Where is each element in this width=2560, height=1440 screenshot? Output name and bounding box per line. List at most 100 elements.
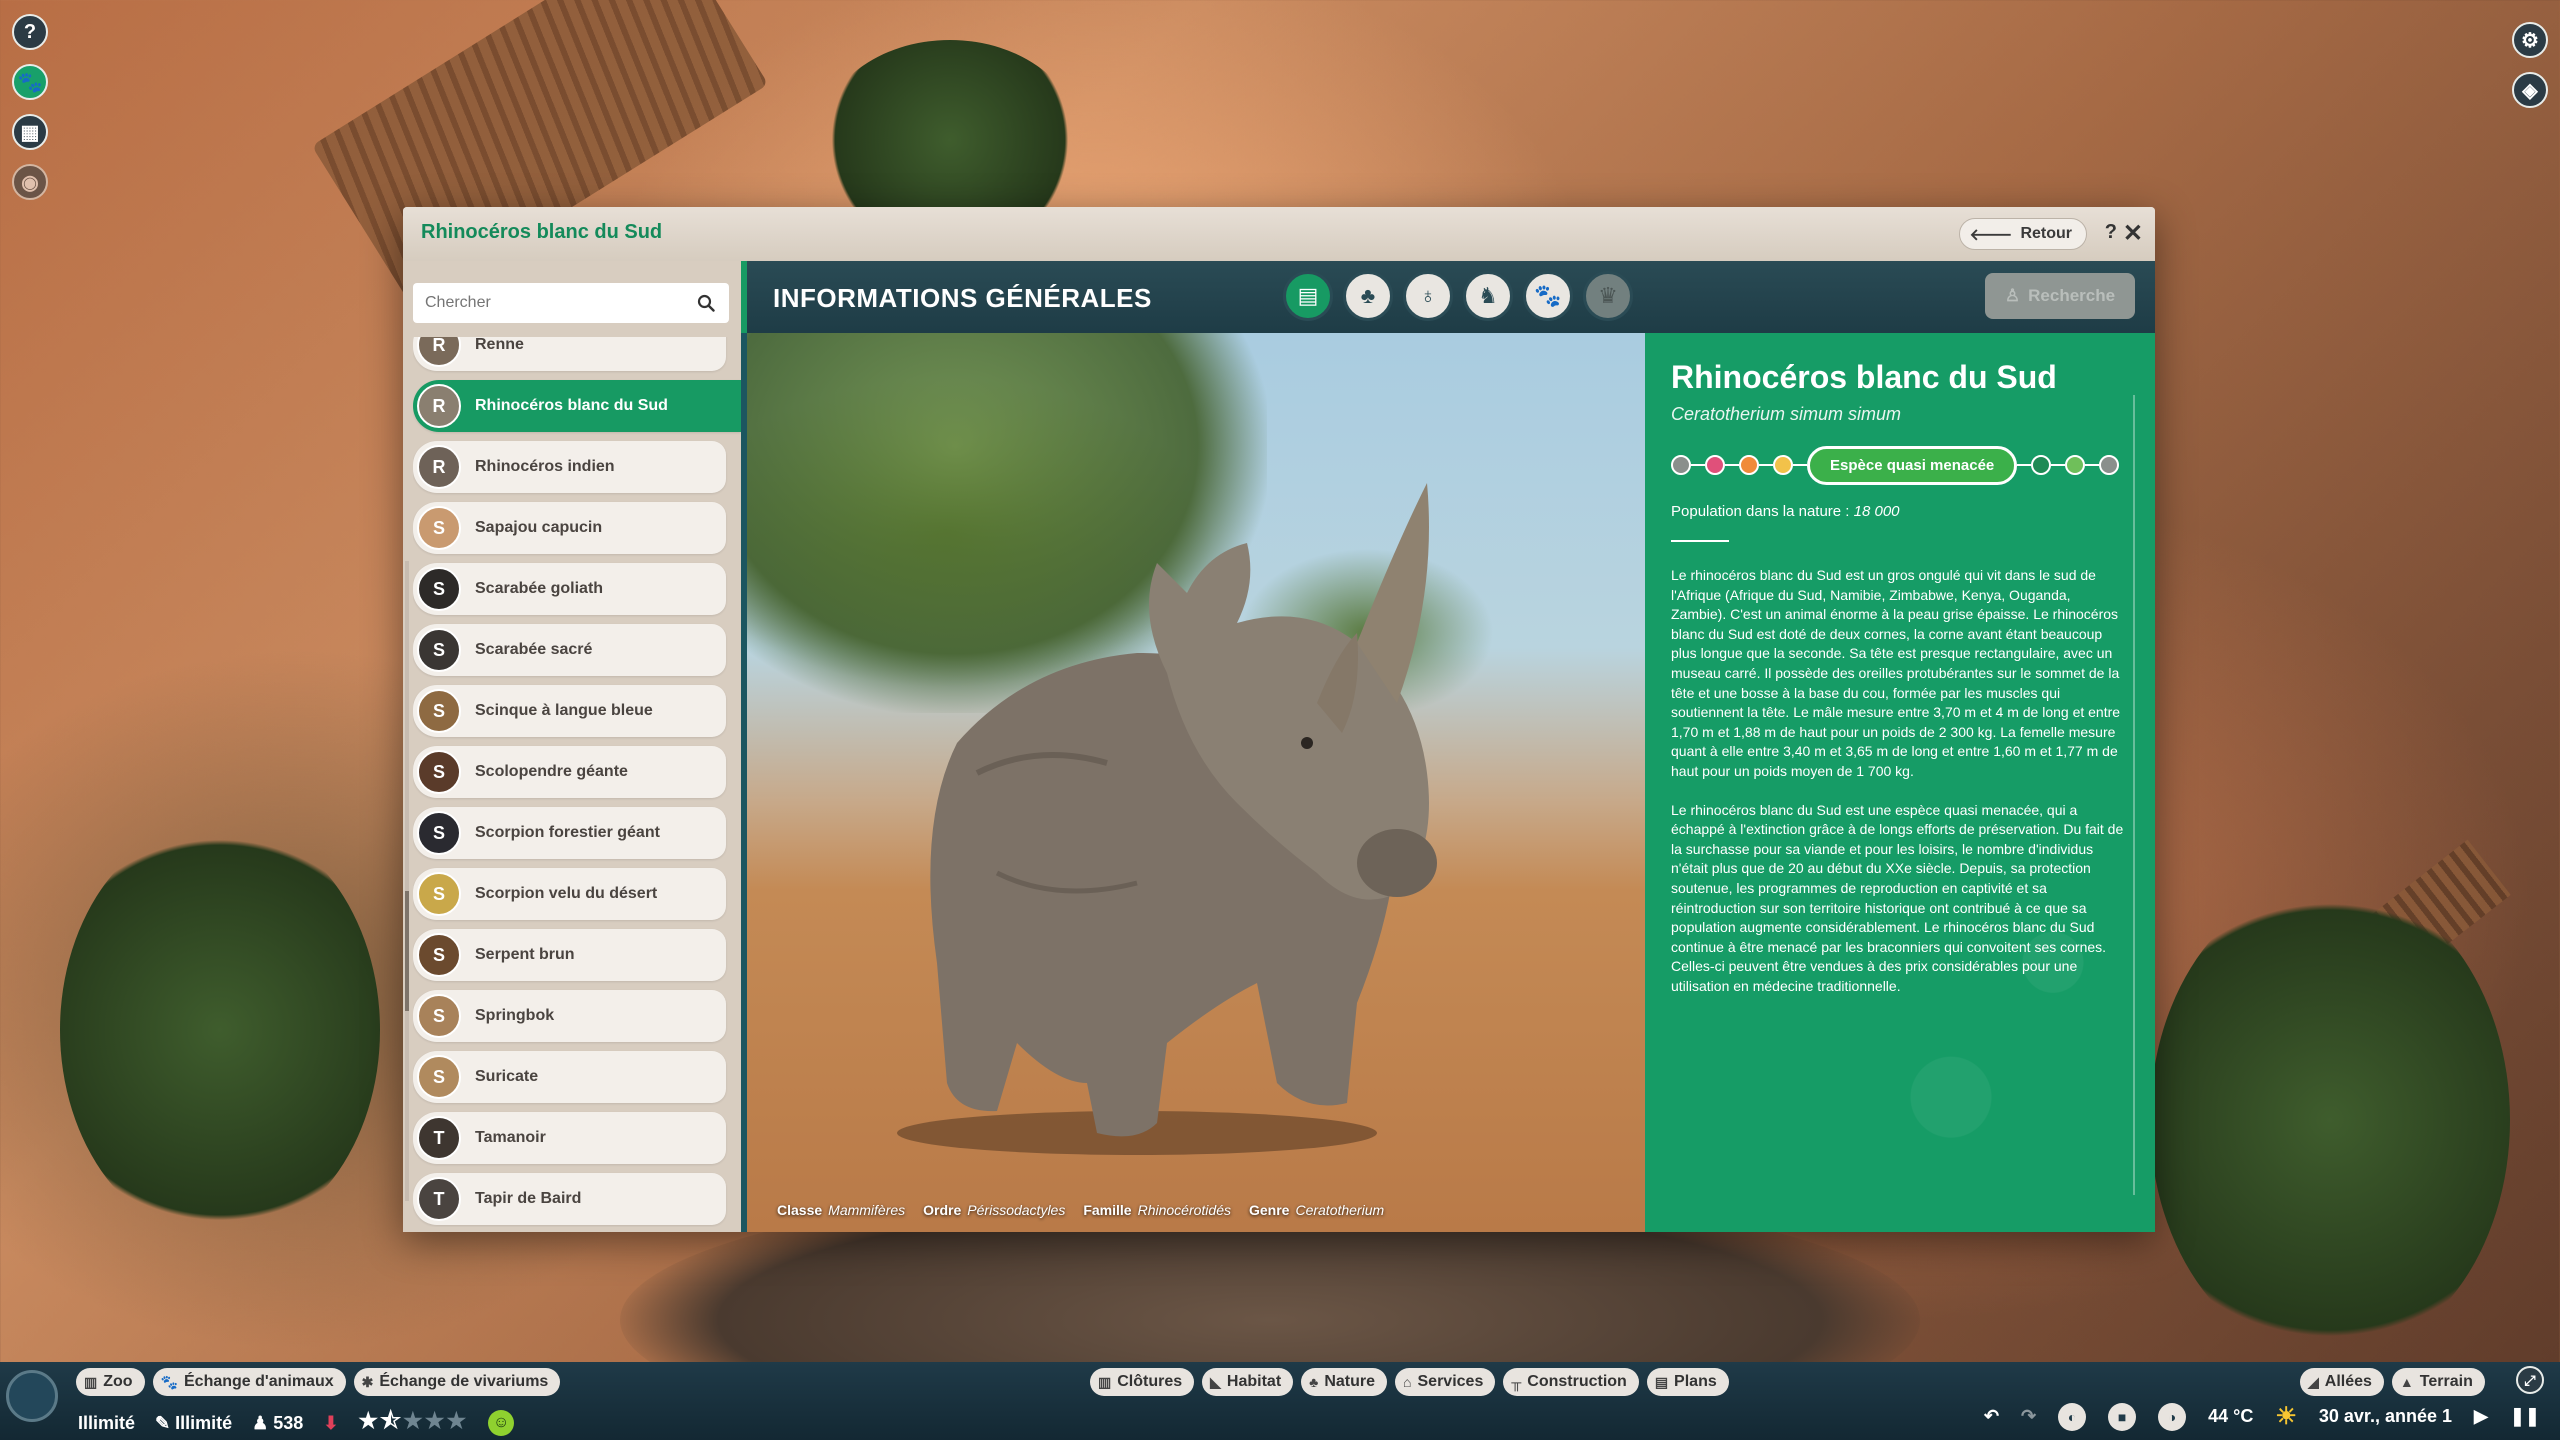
left-toolbar: ? 🐾 ▦ ◉ (12, 14, 48, 200)
pause-icon[interactable]: ❚❚ (2510, 1406, 2540, 1427)
species-avatar: S (417, 1055, 461, 1099)
nav-label: Échange d'animaux (184, 1373, 334, 1390)
species-avatar: T (417, 1177, 461, 1221)
group-icon[interactable]: ♞ (1463, 271, 1513, 321)
content-title: INFORMATIONS GÉNÉRALES (773, 283, 1152, 313)
background-bush-left (60, 820, 380, 1240)
search-input[interactable] (425, 294, 695, 312)
population-value: 18 000 (1853, 503, 1900, 520)
nav-label: Terrain (2419, 1373, 2473, 1390)
nav-vivarium-exchange-button[interactable]: ✱ Échange de vivariums (353, 1368, 561, 1396)
redo-icon[interactable]: ↷ (2021, 1406, 2036, 1427)
scrollbar-thumb[interactable] (405, 891, 409, 1011)
main-menu-orb[interactable] (6, 1370, 58, 1422)
nav-services-button[interactable]: ⌂ Services (1395, 1368, 1496, 1396)
record-icon[interactable]: ■ (2108, 1402, 2137, 1431)
rating-star: ★ (446, 1408, 469, 1433)
construction-icon: ╥ (1511, 1374, 1522, 1390)
paw-icon[interactable]: 🐾 (1523, 271, 1573, 321)
species-list-item[interactable]: S Scorpion velu du désert (413, 868, 726, 920)
nav-label: Zoo (103, 1373, 133, 1390)
status-connector (2051, 464, 2066, 466)
species-list-item[interactable]: S Scarabée goliath (413, 563, 726, 615)
nav-habitat-button[interactable]: ◣ Habitat (1202, 1368, 1294, 1396)
species-avatar: R (417, 384, 461, 428)
habitat-icon[interactable]: ♣ (1343, 271, 1393, 321)
species-list-item[interactable]: S Springbok (413, 990, 726, 1042)
species-list-item[interactable]: S Suricate (413, 1051, 726, 1103)
species-avatar: S (417, 994, 461, 1038)
species-avatar: R (417, 445, 461, 489)
scrollbar[interactable] (405, 561, 409, 1201)
species-list-label: Rhinocéros blanc du Sud (475, 397, 668, 414)
species-list-label: Scarabée goliath (475, 580, 604, 597)
species-list-item[interactable]: T Tamanoir (413, 1112, 726, 1164)
research-button[interactable]: ♙ Recherche (1985, 273, 2135, 319)
alert-icon[interactable]: ⬇ (323, 1413, 338, 1434)
habitat-icon: ◣ (1210, 1373, 1221, 1390)
calendar-icon[interactable]: ▦ (12, 114, 48, 150)
status-dot (1739, 455, 1759, 475)
species-list-item[interactable]: S Sapajou capucin (413, 502, 726, 554)
paw-icon[interactable]: 🐾 (12, 64, 48, 100)
close-icon[interactable]: ✕ (2123, 219, 2143, 248)
nav-blueprint-button[interactable]: ▤ Plans (1646, 1368, 1729, 1396)
speed-icon[interactable]: ◐ (2058, 1402, 2087, 1431)
camera-icon[interactable]: ◈ (2512, 72, 2548, 108)
window-help-button[interactable]: ? (2105, 221, 2117, 244)
clipboard-icon[interactable]: ▤ (1283, 271, 1333, 321)
food-icon[interactable]: ♁ (1403, 271, 1453, 321)
rating-star: ⯪ (380, 1408, 403, 1433)
content-header: INFORMATIONS GÉNÉRALES ▤ ♣ ♁ ♞ 🐾 ♛ ♙ Recherch… (741, 261, 2155, 333)
status-connector (1759, 464, 1773, 466)
species-list-label: Renne (475, 337, 524, 353)
services-icon: ⌂ (1403, 1374, 1412, 1390)
species-list-item[interactable]: S Scorpion forestier géant (413, 807, 726, 859)
back-button-label: Retour (2020, 225, 2072, 242)
nav-fence-button[interactable]: ▥ Clôtures (1090, 1368, 1195, 1396)
species-list-item[interactable]: R Rhinocéros indien (413, 441, 726, 493)
species-list-item[interactable]: R Renne (413, 337, 726, 371)
trophy-icon[interactable]: ♛ (1583, 271, 1633, 321)
expand-icon[interactable]: ⤢ (2516, 1366, 2544, 1394)
nav-nature-button[interactable]: ♣ Nature (1301, 1368, 1388, 1396)
species-list-item[interactable]: S Scolopendre géante (413, 746, 726, 798)
nav-terrain-button[interactable]: ▲ Terrain (2391, 1368, 2485, 1396)
search-icon[interactable] (695, 292, 717, 314)
play-icon[interactable]: ▶ (2474, 1406, 2488, 1427)
settings-icon[interactable]: ⚙ (2512, 22, 2548, 58)
species-list-item[interactable]: S Scarabée sacré (413, 624, 726, 676)
background-bush-right (2150, 880, 2510, 1360)
status-dot (2065, 455, 2086, 475)
arrow-left-icon: 🡐 (1969, 226, 2013, 244)
species-list-label: Scorpion velu du désert (475, 885, 658, 902)
species-list-item[interactable]: R Rhinocéros blanc du Sud (413, 380, 741, 432)
species-list-label: Scarabée sacré (475, 641, 593, 658)
status-connector (2085, 464, 2100, 466)
species-list-item[interactable]: T Tapir de Baird (413, 1173, 726, 1225)
conservation-status-badge: Espèce quasi menacée (1807, 445, 2018, 485)
back-button[interactable]: 🡐 Retour (1958, 218, 2087, 250)
nav-animal-exchange-button[interactable]: 🐾 Échange d'animaux (152, 1368, 346, 1396)
nav-zoo-button[interactable]: ▥ Zoo (76, 1368, 145, 1396)
content-tabs: ▤ ♣ ♁ ♞ 🐾 ♛ (1283, 271, 1633, 321)
search-box (413, 283, 729, 323)
nav-construction-button[interactable]: ╥ Construction (1503, 1368, 1639, 1396)
species-avatar: S (417, 750, 461, 794)
species-sidebar: R Renne R Rhinocéros blanc du Sud R Rhinocéro… (403, 261, 741, 1232)
species-list-item[interactable]: S Scinque à langue bleue (413, 685, 726, 737)
species-list-item[interactable]: S Serpent brun (413, 929, 726, 981)
eye-icon[interactable]: ◉ (12, 164, 48, 200)
status-dot (2031, 455, 2052, 475)
view-icon[interactable]: ◑ (2158, 1402, 2187, 1431)
path-icon: ◢ (2308, 1373, 2319, 1390)
description-paragraph-2: Le rhinocéros blanc du Sud est une espèc… (1671, 801, 2124, 994)
species-list-label: Suricate (475, 1068, 539, 1085)
species-avatar: S (417, 689, 461, 733)
rhino-illustration (897, 483, 1437, 1155)
nav-path-button[interactable]: ◢ Allées (2300, 1368, 2384, 1396)
nav-label: Clôtures (1117, 1373, 1183, 1390)
undo-icon[interactable]: ↶ (1984, 1406, 1999, 1427)
help-icon[interactable]: ? (12, 14, 48, 50)
species-avatar: S (417, 628, 461, 672)
